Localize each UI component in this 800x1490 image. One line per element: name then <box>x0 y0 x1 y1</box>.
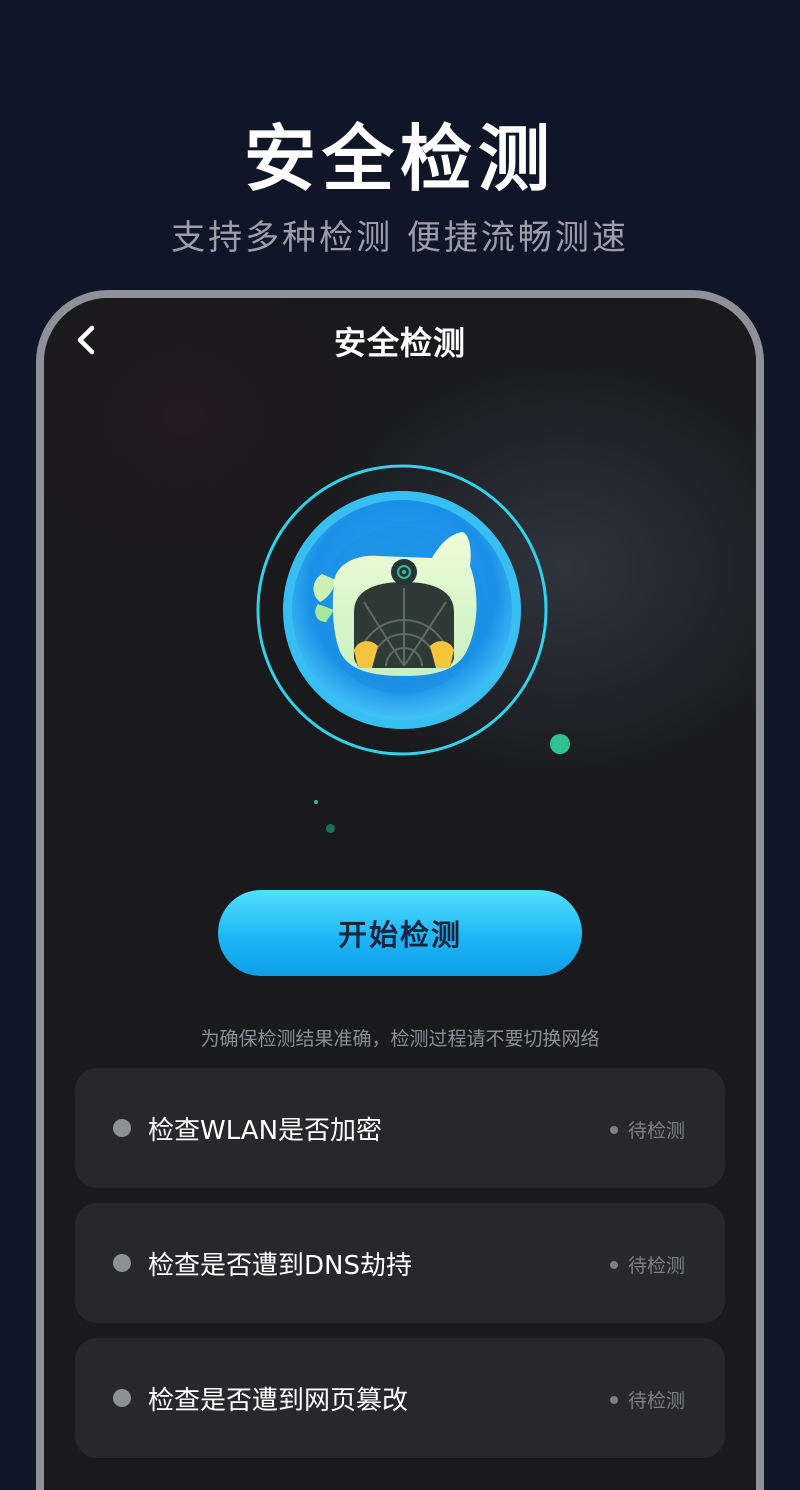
check-item-webpage: 检查是否遭到网页篡改 待检测 <box>75 1338 725 1458</box>
check-list: 检查WLAN是否加密 待检测 检查是否遭到DNS劫持 待检测 检查是否遭到网页篡… <box>75 1068 725 1473</box>
check-item-label: 检查是否遭到网页篡改 <box>148 1386 409 1416</box>
status-badge: 待检测 <box>609 1116 685 1143</box>
decor-dot <box>326 824 335 833</box>
status-text: 待检测 <box>627 1390 685 1412</box>
status-text: 待检测 <box>627 1255 685 1277</box>
check-item-wlan: 检查WLAN是否加密 待检测 <box>75 1068 725 1188</box>
check-item-label: 检查是否遭到DNS劫持 <box>148 1251 412 1281</box>
status-dot <box>609 1260 618 1269</box>
screen-title: 安全检测 <box>333 324 466 362</box>
status-dot <box>609 1125 618 1134</box>
hint-text: 为确保检测结果准确，检测过程请不要切换网络 <box>200 1028 600 1050</box>
check-item-dns: 检查是否遭到DNS劫持 待检测 <box>75 1203 725 1323</box>
app-screen: 安全检测 开始检测 为确保检测结果准确，检测过程请不要切换网络 检查WLAN是否… <box>44 298 756 1490</box>
item-status-dot <box>113 1119 131 1137</box>
status-badge: 待检测 <box>609 1251 685 1278</box>
promo-subtitle: 支持多种检测 便捷流畅测速 <box>171 218 629 258</box>
radar-scan-icon <box>256 464 548 756</box>
start-detection-button[interactable]: 开始检测 <box>218 890 582 976</box>
status-text: 待检测 <box>627 1120 685 1142</box>
promo-title: 安全检测 <box>243 117 556 201</box>
item-status-dot <box>113 1254 131 1272</box>
item-status-dot <box>113 1389 131 1407</box>
phone-frame: 安全检测 开始检测 为确保检测结果准确，检测过程请不要切换网络 检查WLAN是否… <box>36 290 764 1490</box>
decor-dot <box>550 734 570 754</box>
status-dot <box>609 1395 618 1404</box>
check-item-label: 检查WLAN是否加密 <box>148 1116 383 1146</box>
decor-dot <box>314 800 318 804</box>
status-badge: 待检测 <box>609 1386 685 1413</box>
